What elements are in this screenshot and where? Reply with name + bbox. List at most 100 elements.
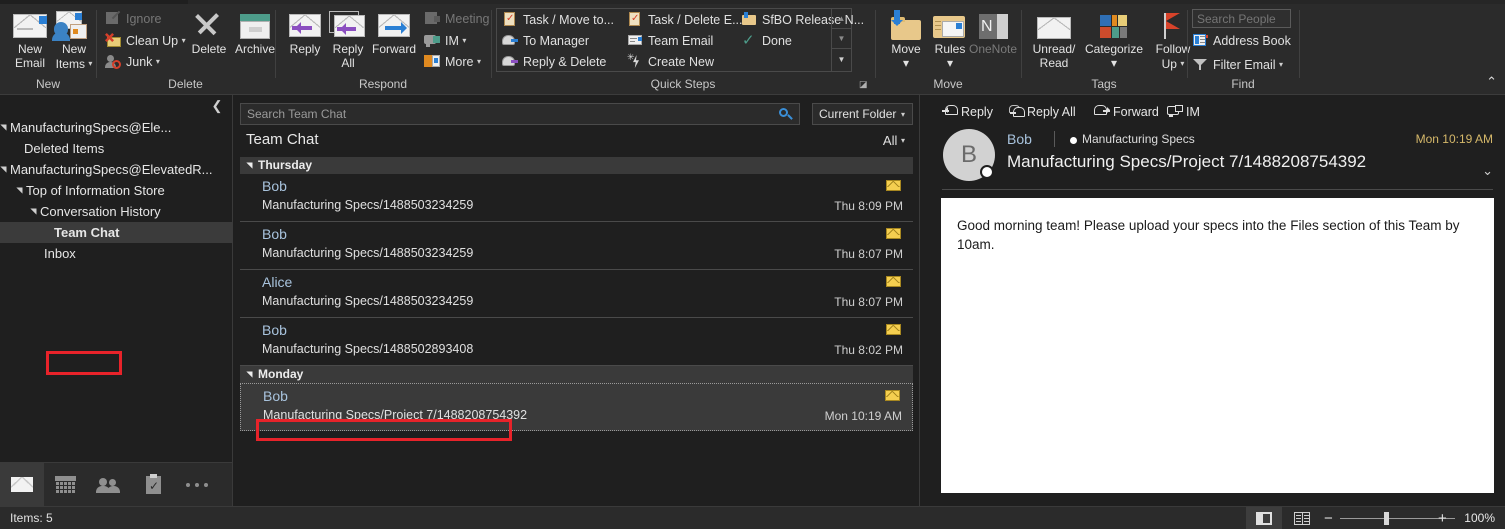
folder-node-deleted-items[interactable]: Deleted Items xyxy=(0,138,233,159)
unread-envelope-icon[interactable] xyxy=(886,228,901,239)
message-list-item[interactable]: Bob Manufacturing Specs/1488502893408 Thu … xyxy=(240,318,913,366)
status-bar: Items: 5 − + 100% xyxy=(0,506,1505,529)
forward-button[interactable]: Forward xyxy=(365,8,423,74)
address-book-button[interactable]: Address Book xyxy=(1192,32,1291,51)
unread-envelope-icon[interactable] xyxy=(885,390,900,401)
done-check-icon: ✓ xyxy=(742,32,755,49)
clean-up-button[interactable]: Clean Up ▾ xyxy=(105,31,186,50)
collapse-folder-pane-icon[interactable]: ❮ xyxy=(210,99,224,113)
team-name: Manufacturing Specs xyxy=(1082,132,1195,146)
onenote-button[interactable]: N OneNote xyxy=(968,8,1018,74)
new-items-button[interactable]: New Items ▾ xyxy=(48,8,100,74)
reading-pane-reply-all-button[interactable]: Reply All xyxy=(1008,103,1076,121)
message-list-filter-label: All xyxy=(882,133,898,148)
reading-pane-im-button[interactable]: IM xyxy=(1167,103,1200,121)
ribbon-group-find: Address Book Filter Email ▾ Find xyxy=(1188,4,1298,92)
qs-label-4: Team Email xyxy=(648,34,714,48)
create-new-lightning-icon: ✳ xyxy=(627,53,644,69)
quick-step-to-manager[interactable]: To Manager xyxy=(502,32,589,51)
unread-envelope-icon[interactable] xyxy=(886,180,901,191)
pane-divider xyxy=(919,95,920,506)
zoom-out-button[interactable]: − xyxy=(1324,507,1333,529)
folder-node-manufacturingspecs-elevatedr[interactable]: ◢ManufacturingSpecs@ElevatedR... xyxy=(0,159,233,180)
message-group-header-monday[interactable]: ◢ Monday xyxy=(240,366,913,383)
folder-node-manufacturingspecs-ele[interactable]: ◢ManufacturingSpecs@Ele... xyxy=(0,117,233,138)
filter-email-button[interactable]: Filter Email ▾ xyxy=(1192,55,1283,74)
zoom-in-button[interactable]: + xyxy=(1438,507,1447,529)
folder-node-team-chat[interactable]: Team Chat xyxy=(0,222,233,243)
search-box[interactable] xyxy=(240,103,800,125)
message-list-item[interactable]: Bob Manufacturing Specs/Project 7/1488208… xyxy=(240,383,913,431)
calendar-module-button[interactable] xyxy=(44,463,88,506)
ribbon-group-label-move: Move xyxy=(933,77,963,91)
quick-steps-scroll-group: ▲ ▼ ▼ xyxy=(831,9,851,71)
archive-button[interactable]: Archive xyxy=(229,8,281,74)
categorize-button[interactable]: Categorize ▾ xyxy=(1083,8,1145,74)
mail-module-button[interactable] xyxy=(0,463,44,506)
reply-all-icon xyxy=(1008,105,1025,118)
im-button[interactable]: IM ▾ xyxy=(424,31,466,50)
reading-view-button[interactable] xyxy=(1284,507,1320,529)
ignore-label: Ignore xyxy=(126,12,162,26)
group-label: Thursday xyxy=(258,158,313,172)
meeting-button[interactable]: Meeting xyxy=(424,10,489,29)
filter-funnel-icon xyxy=(1192,57,1209,72)
quick-step-create-new[interactable]: ✳ Create New xyxy=(627,53,714,72)
chevron-down-icon: ▾ xyxy=(155,57,160,66)
search-icon[interactable] xyxy=(778,107,793,122)
group-collapse-triangle-icon[interactable]: ◢ xyxy=(241,371,258,377)
delete-button[interactable]: Delete xyxy=(183,8,235,74)
ignore-button[interactable]: Ignore xyxy=(105,10,161,29)
ribbon-group-respond: Reply Reply All Forward Meeting IM ▾ Mor… xyxy=(276,4,490,92)
message-list-item[interactable]: Alice Manufacturing Specs/1488503234259 Th… xyxy=(240,270,913,318)
people-module-button[interactable] xyxy=(88,463,132,506)
quick-step-team-email[interactable]: Team Email xyxy=(627,32,713,51)
ribbon-separator-7 xyxy=(1299,10,1300,78)
expand-header-chevron-icon[interactable]: ⌄ xyxy=(1482,163,1493,179)
normal-view-button[interactable] xyxy=(1246,507,1282,529)
reply-delete-icon xyxy=(502,54,519,69)
reading-pane-forward-button[interactable]: Forward xyxy=(1094,103,1159,121)
module-bar: ✓ xyxy=(0,462,233,506)
message-sender: Alice xyxy=(262,274,293,290)
search-scope-button[interactable]: Current Folder ▾ xyxy=(812,103,913,125)
chevron-down-icon: ▾ xyxy=(900,110,905,119)
folder-node-conversation-history[interactable]: ◢ Conversation History xyxy=(0,201,233,222)
message-list-item[interactable]: Bob Manufacturing Specs/1488503234259 Thu … xyxy=(240,174,913,222)
more-module-button[interactable] xyxy=(176,463,220,506)
quick-steps-scroll-down[interactable]: ▼ xyxy=(831,29,851,49)
more-button[interactable]: More ▾ xyxy=(424,52,481,71)
message-group-header-thursday[interactable]: ◢ Thursday xyxy=(240,157,913,174)
archive-icon xyxy=(229,8,281,42)
quick-step-task-delete-email[interactable]: ✓ Task / Delete E... xyxy=(627,11,742,30)
quick-step-reply-delete[interactable]: Reply & Delete xyxy=(502,53,606,72)
quick-step-task-move-to[interactable]: ✓ Task / Move to... xyxy=(502,11,614,30)
zoom-slider-thumb[interactable] xyxy=(1384,512,1389,525)
chevron-down-icon: ▾ xyxy=(476,57,481,66)
search-people-field[interactable] xyxy=(1192,9,1291,28)
message-list-item[interactable]: Bob Manufacturing Specs/1488503234259 Thu … xyxy=(240,222,913,270)
ribbon-group-move: Move ▾ Rules ▾ N OneNote Move xyxy=(876,4,1020,92)
tasks-module-button[interactable]: ✓ xyxy=(132,463,176,506)
quick-steps-dialog-launcher[interactable]: ◪ xyxy=(859,79,870,90)
group-collapse-triangle-icon[interactable]: ◢ xyxy=(241,162,258,168)
quick-steps-more[interactable]: ▼ xyxy=(831,49,851,71)
reading-pane: Reply Reply All Forward IM B Bob Manufac… xyxy=(930,95,1505,506)
ribbon-group-tags: Unread/ Read Categorize ▾ Follow Up ▾ Ta… xyxy=(1022,4,1190,92)
junk-button[interactable]: Junk ▾ xyxy=(105,52,160,71)
search-people-input[interactable] xyxy=(1193,10,1286,28)
quick-steps-scroll-up[interactable]: ▲ xyxy=(831,9,851,29)
message-subject: Manufacturing Specs/1488502893408 xyxy=(262,342,474,356)
message-list-filter-button[interactable]: All ▾ xyxy=(883,133,905,148)
reading-pane-reply-button[interactable]: Reply xyxy=(942,103,993,121)
folder-node-inbox[interactable]: Inbox xyxy=(0,243,233,264)
search-input[interactable] xyxy=(247,104,757,124)
forward-icon xyxy=(1094,105,1111,118)
unread-envelope-icon[interactable] xyxy=(886,324,901,335)
quick-step-done[interactable]: ✓ Done xyxy=(741,32,792,51)
collapse-ribbon-button[interactable]: ⌃ xyxy=(1486,74,1497,90)
unread-read-button[interactable]: Unread/ Read xyxy=(1026,8,1082,74)
unread-envelope-icon[interactable] xyxy=(886,276,901,287)
reply-all-label: Reply All xyxy=(1027,105,1076,119)
folder-node-top-of-information-store[interactable]: ◢ Top of Information Store xyxy=(0,180,233,201)
